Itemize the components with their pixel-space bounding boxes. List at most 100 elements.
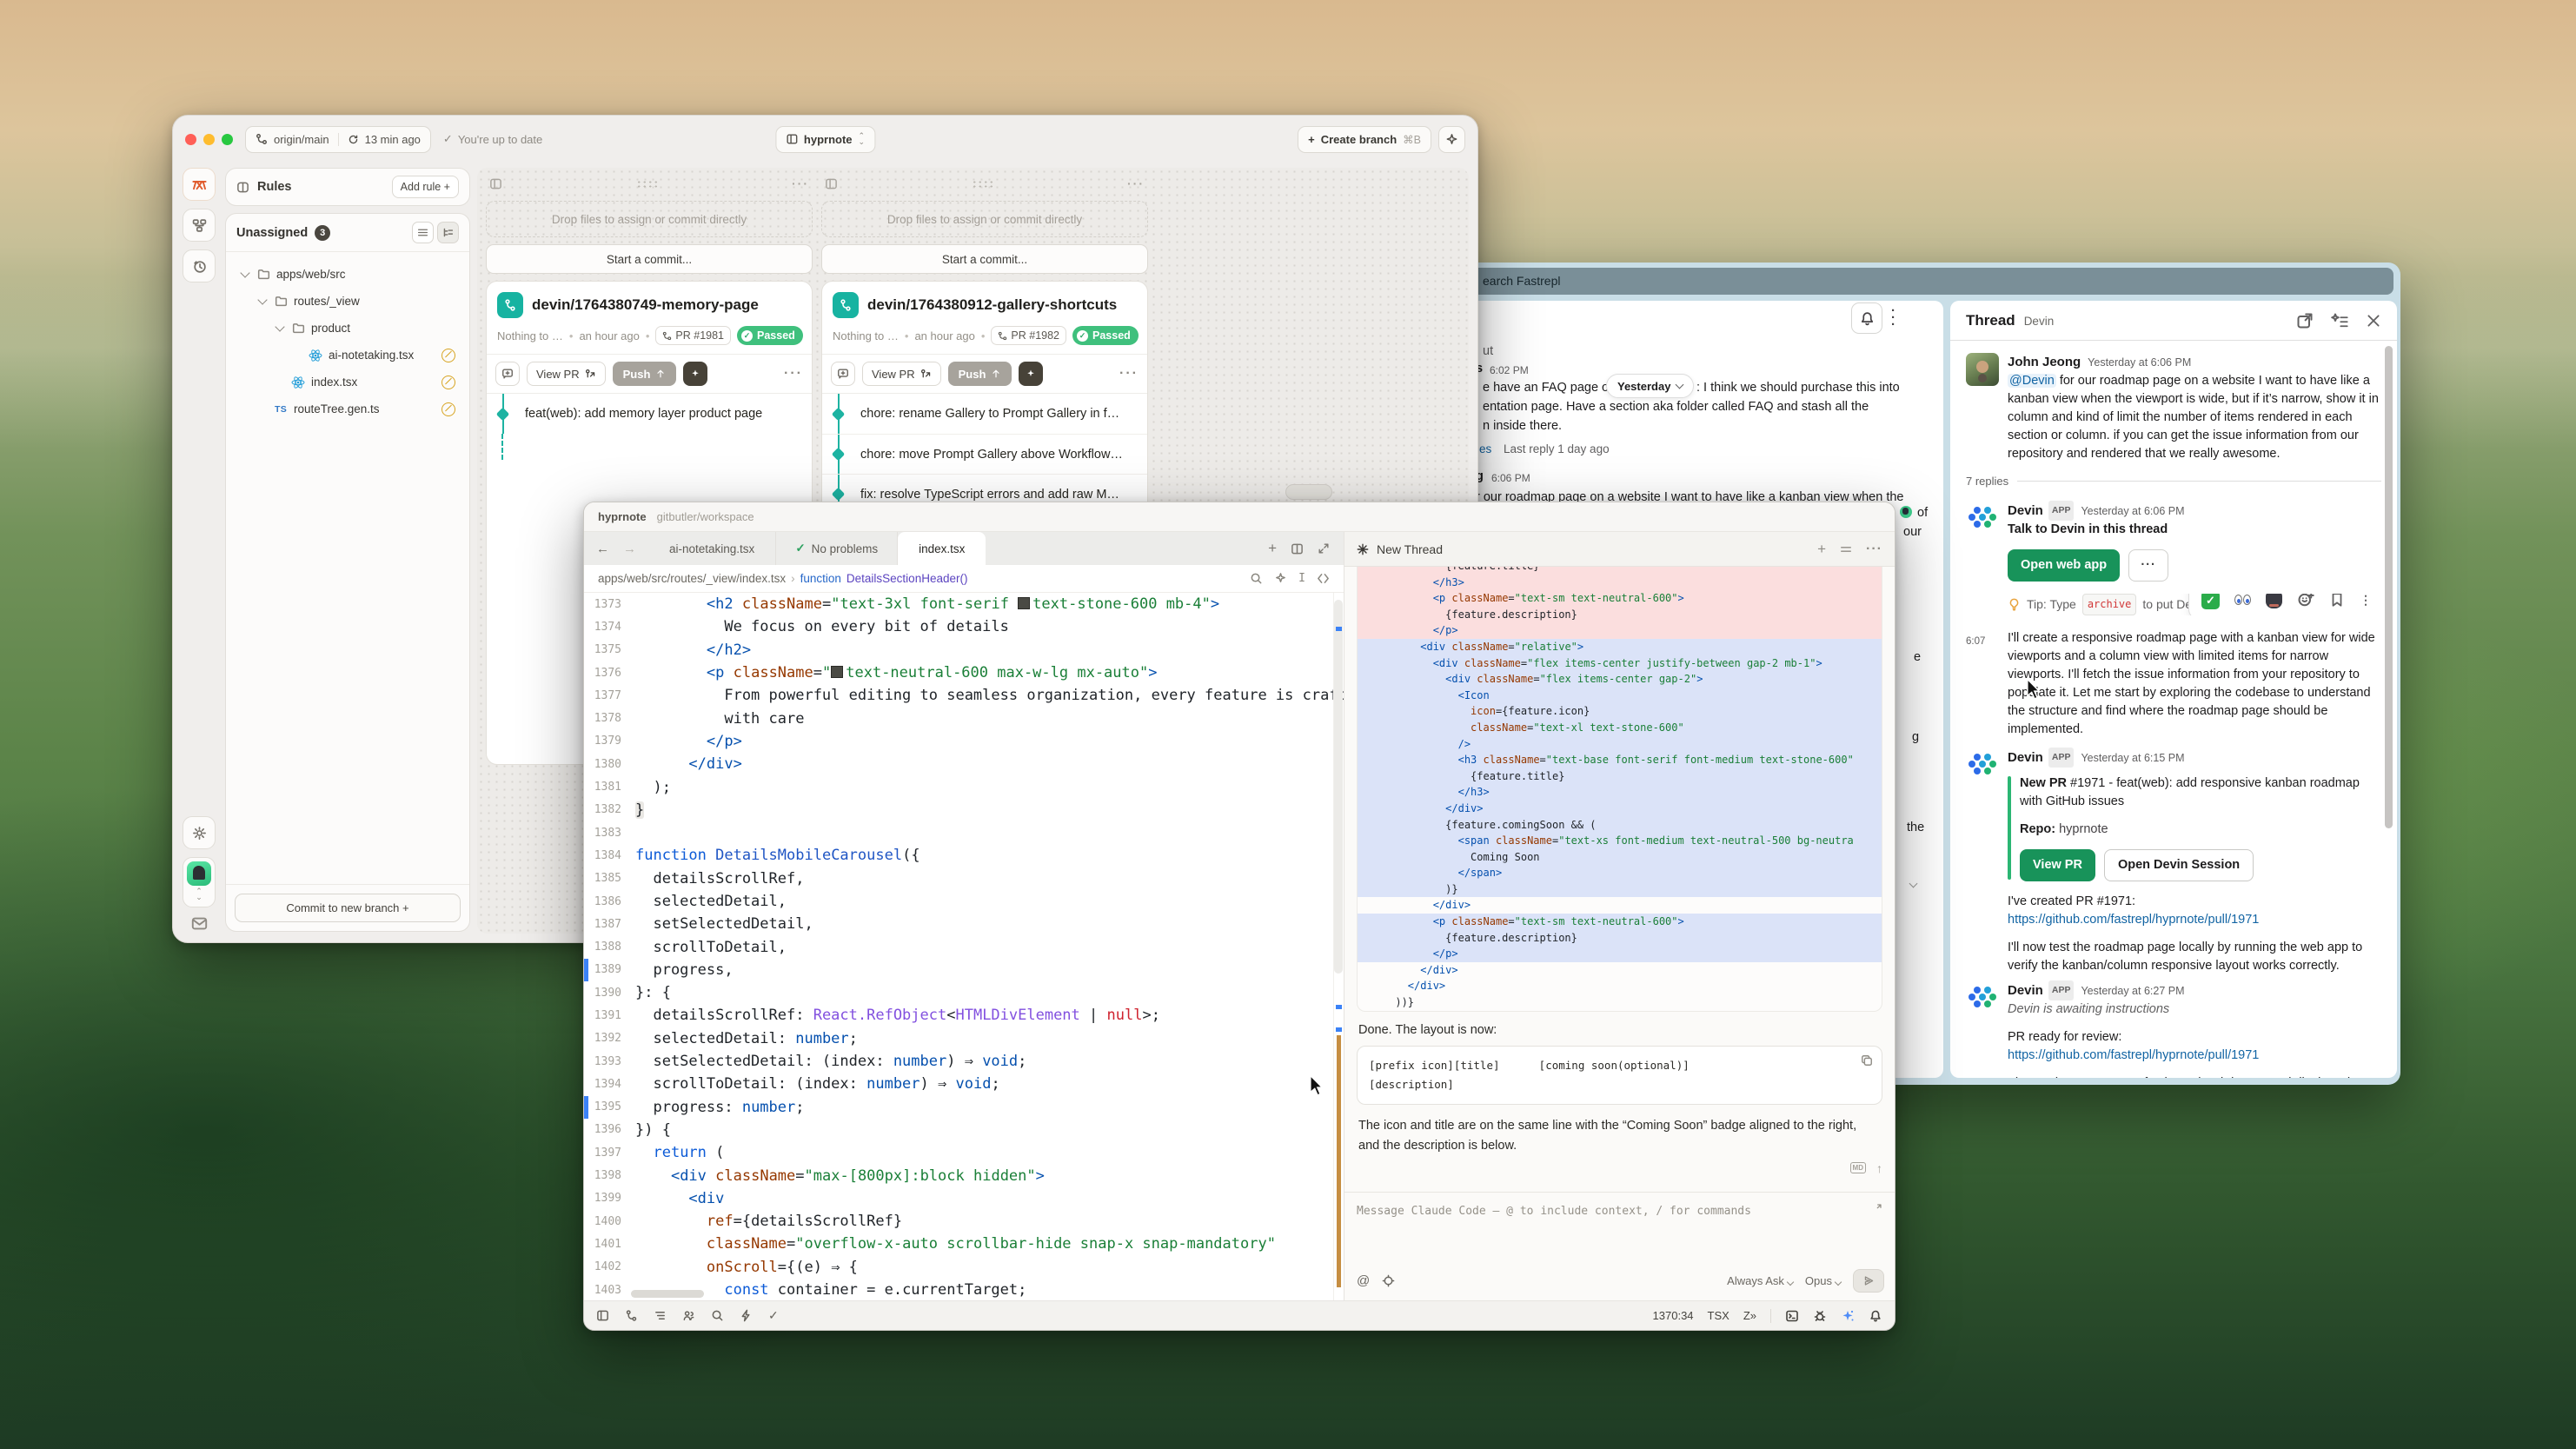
- code-line[interactable]: 1375 </h2>: [584, 639, 1344, 661]
- drag-handle[interactable]: [972, 180, 994, 188]
- open-web-app-button[interactable]: Open web app: [2008, 549, 2120, 582]
- code-line[interactable]: 1386 selectedDetail,: [584, 890, 1344, 913]
- add-reaction-icon[interactable]: [2297, 594, 2314, 608]
- nav-forward-icon[interactable]: →: [623, 542, 636, 556]
- start-commit-button[interactable]: Start a commit...: [821, 244, 1148, 274]
- breadcrumb[interactable]: apps/web/src/routes/_view/index.tsx › fu…: [584, 565, 1344, 593]
- commit-message-icon[interactable]: [495, 362, 520, 386]
- view-pr-button[interactable]: View PR: [527, 362, 606, 386]
- horizontal-scrollbar[interactable]: [631, 1290, 704, 1298]
- code-line[interactable]: 1374 We focus on every bit of details: [584, 615, 1344, 638]
- tree-view-toggle[interactable]: [437, 222, 459, 243]
- pr-link[interactable]: https://github.com/fastrepl/hyprnote/pul…: [2008, 1047, 2381, 1065]
- panel-menu-icon[interactable]: ···: [1866, 542, 1882, 557]
- check-icon[interactable]: ✓: [768, 1308, 779, 1323]
- author-name[interactable]: Devin: [2008, 983, 2043, 998]
- copy-icon[interactable]: [1861, 1054, 1873, 1067]
- split-pane-icon[interactable]: [1291, 542, 1304, 555]
- permission-mode-dropdown[interactable]: Always Ask: [1727, 1274, 1793, 1287]
- model-dropdown[interactable]: Opus: [1805, 1274, 1841, 1287]
- mention-context-icon[interactable]: @: [1357, 1273, 1370, 1288]
- devin-logo-avatar[interactable]: [1966, 501, 1999, 534]
- devin-logo-avatar[interactable]: [1966, 980, 1999, 1014]
- diagnostics-status[interactable]: ✓No problems: [776, 532, 898, 565]
- view-pr-button[interactable]: View PR: [2020, 849, 2095, 881]
- file-tree-item[interactable]: ai-notetaking.tsx: [233, 342, 462, 369]
- push-button[interactable]: Push: [613, 362, 677, 386]
- code-line[interactable]: 1384function DetailsMobileCarousel({: [584, 844, 1344, 867]
- avatar[interactable]: [1966, 353, 1999, 386]
- branch-menu-icon[interactable]: ···: [784, 366, 803, 382]
- drag-handle[interactable]: [636, 180, 659, 188]
- create-branch-button[interactable]: +Create branch⌘B: [1298, 126, 1431, 153]
- code-line[interactable]: 1383: [584, 821, 1344, 844]
- more-options-icon[interactable]: ⋮: [2360, 594, 2372, 609]
- drop-files-zone[interactable]: Drop files to assign or commit directly: [821, 201, 1148, 237]
- nav-back-icon[interactable]: ←: [596, 542, 609, 556]
- tab-index-tsx[interactable]: index.tsx: [898, 532, 986, 565]
- code-line[interactable]: 1390}: {: [584, 981, 1344, 1004]
- notifications-bell-icon[interactable]: [1851, 302, 1882, 334]
- code-line[interactable]: 1382}: [584, 799, 1344, 821]
- workspace-tab-icon[interactable]: [183, 168, 216, 201]
- pr-number-pill[interactable]: PR #1982: [991, 326, 1066, 345]
- minimize-window-button[interactable]: [203, 134, 215, 145]
- ci-status-badge[interactable]: ✓Passed: [1072, 326, 1139, 345]
- code-line[interactable]: 1389 progress,: [584, 959, 1344, 981]
- code-line[interactable]: 1397 return (: [584, 1141, 1344, 1164]
- code-line[interactable]: 1388 scrollToDetail,: [584, 935, 1344, 958]
- close-icon[interactable]: [2366, 313, 2381, 329]
- lane-menu-icon[interactable]: ···: [1127, 176, 1145, 190]
- start-commit-button[interactable]: Start a commit...: [486, 244, 813, 274]
- search-icon[interactable]: [1250, 572, 1263, 585]
- mention[interactable]: @Devin: [2008, 374, 2056, 388]
- code-line[interactable]: 1402 onScroll={(e) ⇒ {: [584, 1256, 1344, 1279]
- code-line[interactable]: 1394 scrollToDetail: (index: number) ⇒ v…: [584, 1073, 1344, 1095]
- cursor-mode-icon[interactable]: I: [1298, 572, 1305, 585]
- diagnostics-lightning-icon[interactable]: [740, 1309, 753, 1322]
- project-selector[interactable]: hyprnote ⌃⌄: [775, 126, 875, 153]
- branch-menu-icon[interactable]: ···: [1119, 366, 1139, 382]
- drop-files-zone[interactable]: Drop files to assign or commit directly: [486, 201, 813, 237]
- debug-bug-icon[interactable]: [1813, 1309, 1827, 1323]
- send-button[interactable]: [1853, 1269, 1884, 1293]
- workspace-branch[interactable]: gitbutler/workspace: [657, 510, 754, 523]
- traffic-lights[interactable]: [185, 134, 233, 145]
- code-line[interactable]: 1385 detailsScrollRef,: [584, 867, 1344, 890]
- code-line[interactable]: 1376 <p className="text-neutral-600 max-…: [584, 661, 1344, 684]
- more-actions-button[interactable]: ···: [2128, 549, 2168, 582]
- code-line[interactable]: 1381 );: [584, 775, 1344, 798]
- slack-replies-link[interactable]: es: [1479, 442, 1491, 455]
- editor-titlebar[interactable]: hyprnote gitbutler/workspace: [584, 502, 1895, 532]
- commit-message-icon[interactable]: [831, 362, 855, 386]
- feedback-mail-icon[interactable]: [191, 915, 208, 932]
- file-tree-item[interactable]: product: [233, 315, 462, 342]
- view-pr-button[interactable]: View PR: [862, 362, 941, 386]
- bookmark-icon[interactable]: [2329, 594, 2345, 608]
- code-line[interactable]: 1395 progress: number;: [584, 1096, 1344, 1119]
- collab-icon[interactable]: [682, 1309, 695, 1322]
- add-rule-button[interactable]: Add rule +: [392, 176, 459, 198]
- push-button[interactable]: Push: [948, 362, 1012, 386]
- breadcrumb-path[interactable]: apps/web/src/routes/_view/index.tsx: [598, 572, 786, 585]
- code-line[interactable]: 1379 </p>: [584, 730, 1344, 753]
- outline-icon[interactable]: [654, 1309, 667, 1322]
- open-devin-session-button[interactable]: Open Devin Session: [2104, 849, 2254, 881]
- author-name[interactable]: Devin: [2008, 750, 2043, 765]
- notification-bell-icon[interactable]: [1869, 1309, 1882, 1323]
- branch-name[interactable]: devin/1764380749-memory-page: [532, 296, 759, 314]
- compare-icon[interactable]: [1317, 572, 1330, 585]
- project-title[interactable]: hyprnote: [598, 510, 647, 523]
- horizontal-scrollbar[interactable]: [1285, 484, 1332, 500]
- terminal-icon[interactable]: [1785, 1309, 1799, 1323]
- code-line[interactable]: 1380 </div>: [584, 753, 1344, 775]
- code-line[interactable]: 1399 <div: [584, 1187, 1344, 1210]
- maximize-pane-icon[interactable]: [1318, 542, 1330, 555]
- scrollbar[interactable]: [1333, 593, 1344, 1300]
- inline-assist-icon[interactable]: [1274, 572, 1287, 585]
- lane-menu-icon[interactable]: ···: [792, 176, 809, 190]
- author-name[interactable]: John Jeong: [2008, 355, 2081, 369]
- ai-commit-icon[interactable]: [1019, 362, 1043, 386]
- ai-filter-icon[interactable]: [2331, 312, 2348, 329]
- close-window-button[interactable]: [185, 134, 196, 145]
